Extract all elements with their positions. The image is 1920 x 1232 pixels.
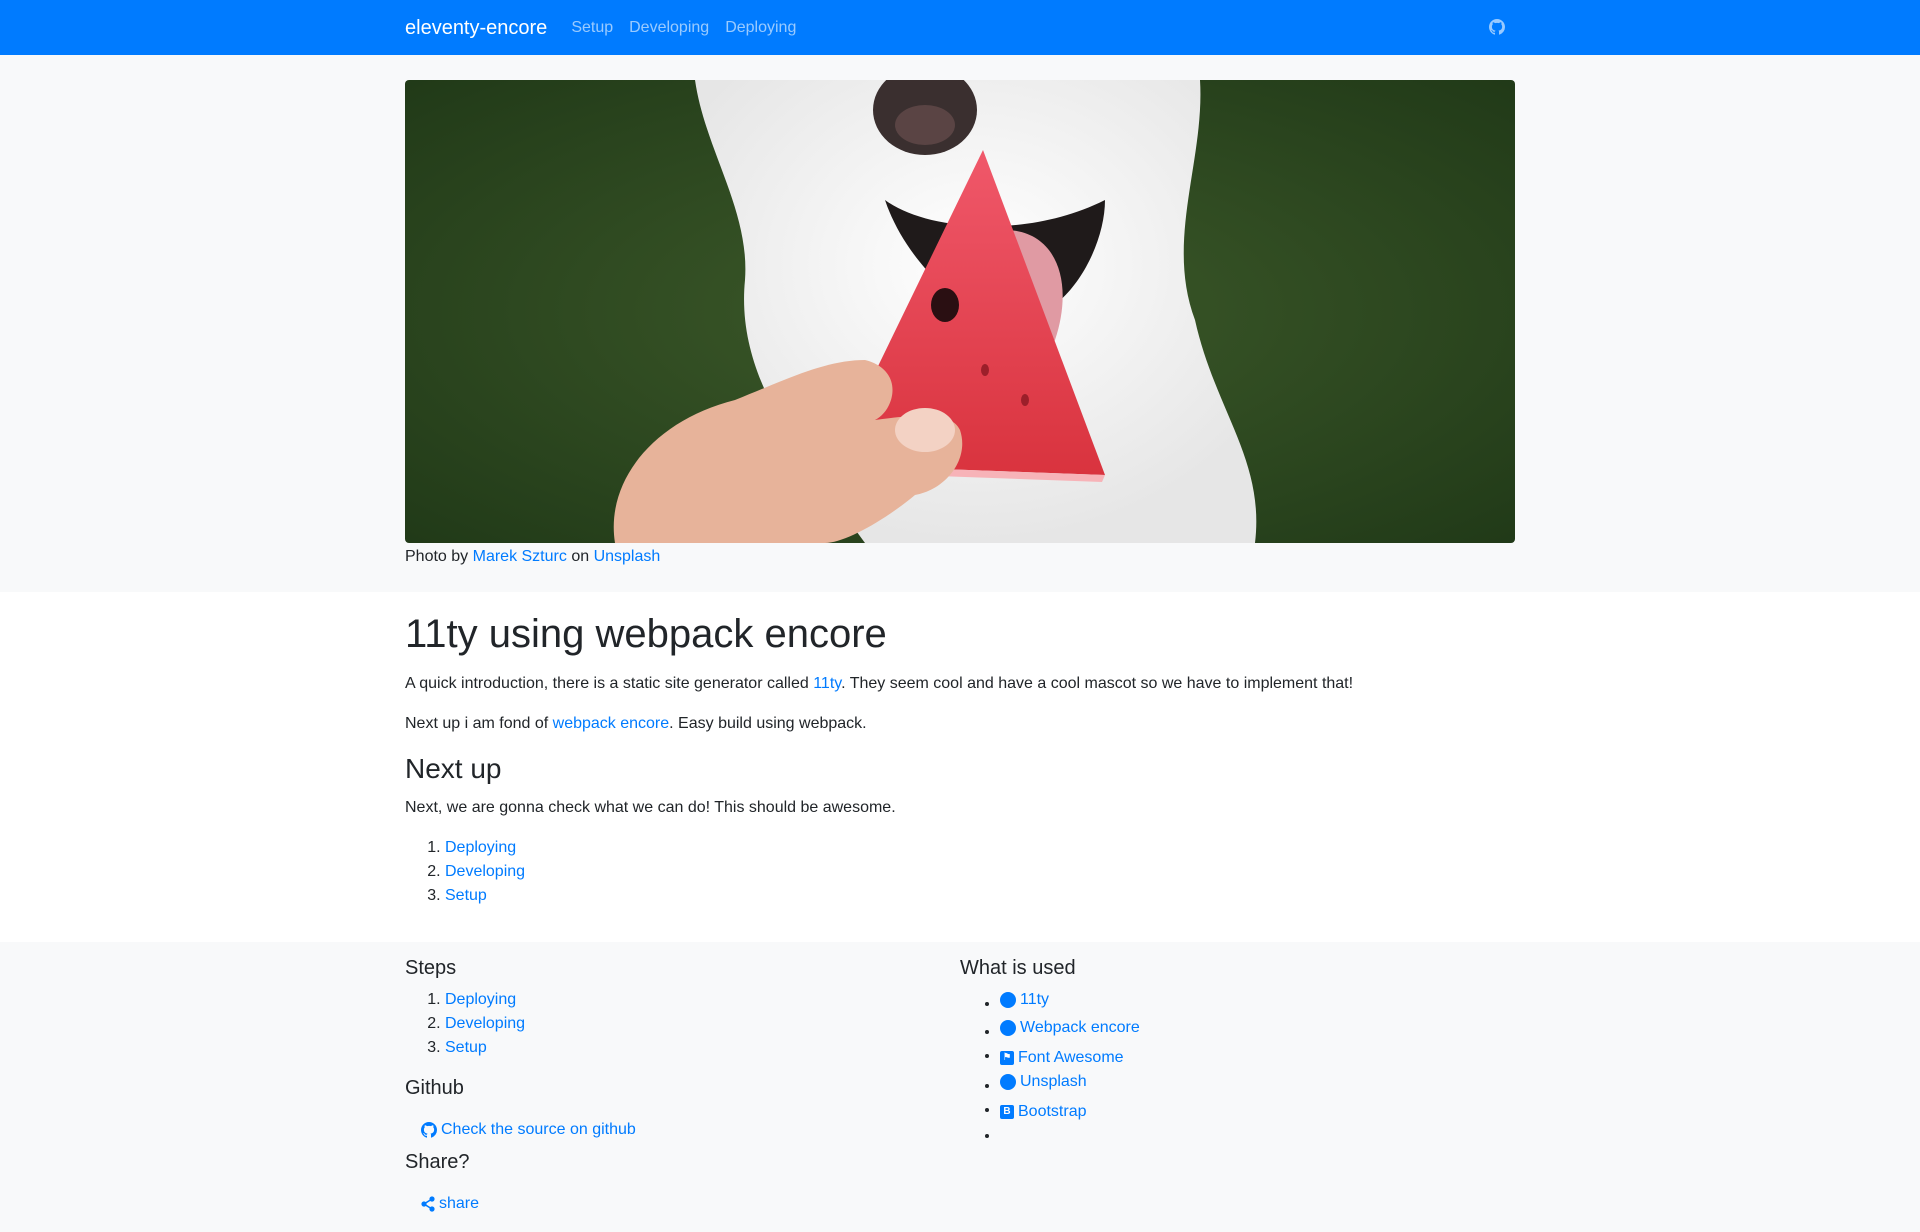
list-item: Deploying [445,988,960,1012]
link-deploying[interactable]: Deploying [445,839,516,856]
steps-heading: Steps [405,956,457,979]
github-source-label: Check the source on github [441,1120,636,1138]
circle-icon [1000,1019,1016,1036]
share-heading: Share? [405,1150,470,1173]
used-link-bootstrap[interactable]: B Bootstrap [1000,1100,1086,1124]
used-list: 11ty Webpack encore ⚑ Font Awesome Unspla… [960,988,1515,1148]
footer-col-left: Steps Deploying Developing Setup Github … [405,956,960,1224]
list-item: B Bootstrap [1000,1098,1515,1124]
nav-link-setup[interactable]: Setup [571,16,613,40]
github-icon [421,1121,437,1138]
list-item: Setup [445,1036,960,1060]
encore-text: Next up i am fond of [405,715,553,732]
page-title: 11ty using webpack encore [405,612,887,656]
footer-link-developing[interactable]: Developing [445,1015,525,1032]
footer-link-setup[interactable]: Setup [445,1039,487,1056]
link-developing[interactable]: Developing [445,863,525,880]
list-item: Deploying [445,836,1515,860]
author-link[interactable]: Marek Szturc [473,548,567,565]
bootstrap-icon: B [1000,1104,1014,1119]
github-icon[interactable] [1489,18,1507,37]
list-item: Unsplash [1000,1070,1515,1098]
used-link-webpack-encore[interactable]: Webpack encore [1000,1016,1140,1040]
navbar: eleventy-encore Setup Developing Deployi… [0,0,1920,55]
link-webpack-encore[interactable]: webpack encore [553,715,670,732]
list-item: 11ty [1000,988,1515,1016]
section-title: Next up [405,753,502,784]
used-link-11ty[interactable]: 11ty [1000,988,1049,1012]
circle-icon [1000,991,1016,1008]
encore-text-end: . Easy build using webpack. [669,715,867,732]
used-label: 11ty [1020,990,1050,1008]
used-label: Webpack encore [1020,1018,1140,1036]
footer: Steps Deploying Developing Setup Github … [0,941,1920,1232]
hero-image [405,80,1515,543]
next-paragraph: Next, we are gonna check what we can do!… [405,798,896,816]
footer-col-right: What is used 11ty Webpack encore ⚑ Font A… [960,956,1515,1224]
share-label: share [439,1194,480,1212]
link-setup[interactable]: Setup [445,887,487,904]
circle-icon [1000,1073,1016,1090]
steps-list: Deploying Developing Setup [405,836,1515,908]
photo-caption: Photo by Marek Szturc on Unsplash [405,545,1515,569]
intro-paragraph: A quick introduction, there is a static … [405,672,1515,696]
brand-link[interactable]: eleventy-encore [405,13,547,43]
list-item: Developing [445,860,1515,884]
github-source-link[interactable]: Check the source on github [405,1108,652,1150]
intro-text: A quick introduction, there is a static … [405,675,814,692]
used-link-font-awesome[interactable]: ⚑ Font Awesome [1000,1046,1124,1070]
link-11ty[interactable]: 11ty [813,675,841,692]
nav-link-developing[interactable]: Developing [629,16,709,40]
hero-section: Photo by Marek Szturc on Unsplash [0,55,1920,592]
used-label: Bootstrap [1018,1102,1087,1120]
list-item: Developing [445,1012,960,1036]
list-item-empty [1000,1124,1515,1148]
used-label: Font Awesome [1018,1048,1124,1066]
intro-text-end: . They seem cool and have a cool mascot … [841,675,1354,692]
encore-paragraph: Next up i am fond of webpack encore. Eas… [405,712,1515,736]
github-heading: Github [405,1076,464,1099]
caption-prefix: Photo by [405,548,469,565]
share-icon [421,1195,435,1212]
list-item: ⚑ Font Awesome [1000,1044,1515,1070]
footer-link-deploying[interactable]: Deploying [445,991,516,1008]
used-link-unsplash[interactable]: Unsplash [1000,1070,1087,1094]
unsplash-link[interactable]: Unsplash [594,548,661,565]
list-item: Setup [445,884,1515,908]
footer-steps-list: Deploying Developing Setup [405,988,960,1060]
nav-link-deploying[interactable]: Deploying [725,16,796,40]
list-item: Webpack encore [1000,1016,1515,1044]
flag-icon: ⚑ [1000,1050,1014,1065]
used-heading: What is used [960,956,1076,979]
caption-mid: on [571,548,590,565]
used-label: Unsplash [1020,1072,1087,1090]
share-link[interactable]: share [405,1182,495,1224]
main-content: 11ty using webpack encore A quick introd… [0,592,1920,942]
